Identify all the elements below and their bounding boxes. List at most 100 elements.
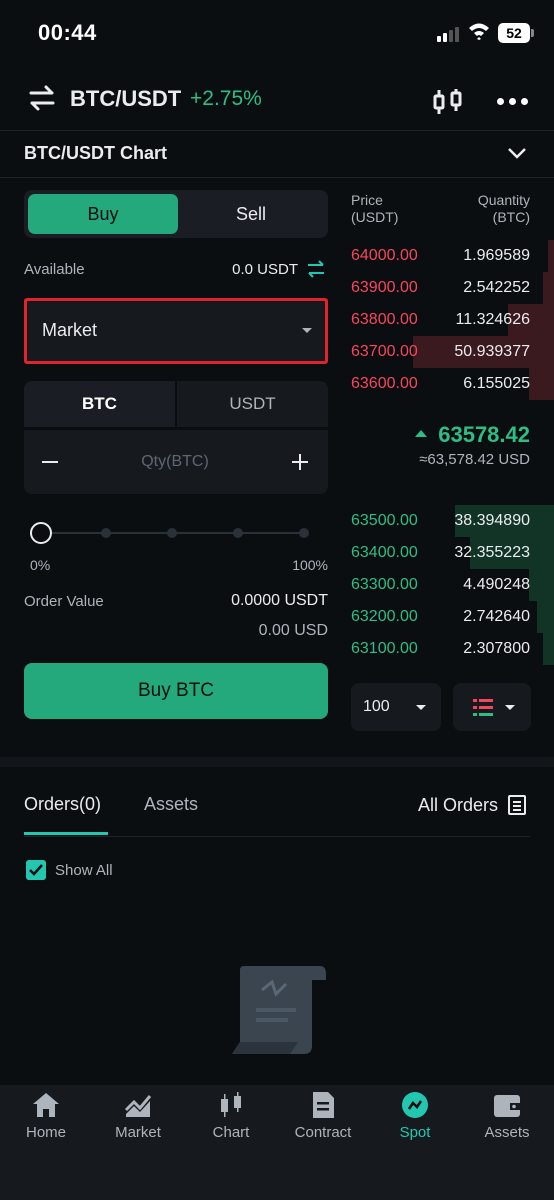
nav-label: Contract — [294, 1124, 352, 1141]
slider-max-label: 100% — [292, 557, 328, 573]
bid-price: 63100.00 — [351, 640, 418, 657]
ask-price: 63800.00 — [351, 311, 418, 328]
divider — [0, 130, 554, 131]
last-price: 63578.42 — [438, 422, 530, 447]
bid-quantity: 2.742640 — [463, 608, 530, 625]
divider — [24, 836, 530, 837]
quantity-placeholder: Qty(BTC) — [141, 453, 209, 470]
ask-quantity: 6.155025 — [463, 375, 530, 392]
nav-label: Assets — [484, 1124, 530, 1141]
caret-down-icon — [416, 705, 426, 710]
ask-price: 64000.00 — [351, 247, 418, 264]
slider-step[interactable] — [233, 528, 243, 538]
wallet-icon — [494, 1095, 520, 1117]
show-all-label: Show All — [55, 862, 113, 879]
bid-row[interactable]: 63400.00 32.355223 — [343, 537, 554, 569]
buy-btc-button[interactable]: Buy BTC — [24, 663, 328, 719]
wifi-icon — [469, 23, 489, 40]
battery-indicator: 52 — [498, 23, 534, 43]
sell-tab[interactable]: Sell — [178, 194, 324, 234]
nav-home[interactable]: Home — [0, 1090, 92, 1150]
price-change: +2.75% — [190, 87, 262, 110]
caret-down-icon — [302, 328, 312, 333]
spot-icon — [402, 1092, 428, 1118]
slider-step[interactable] — [167, 528, 177, 538]
chart-toggle-title[interactable]: BTC/USDT Chart — [24, 143, 167, 164]
nav-spot[interactable]: Spot — [369, 1090, 461, 1150]
document-icon[interactable] — [508, 795, 526, 815]
nav-label: Market — [115, 1124, 161, 1141]
status-time: 00:44 — [38, 20, 97, 45]
bid-quantity: 2.307800 — [463, 640, 530, 657]
ask-quantity: 11.324626 — [455, 311, 530, 328]
bid-quantity: 38.394890 — [454, 512, 530, 529]
active-tab-indicator — [24, 832, 108, 835]
ask-price: 63700.00 — [351, 343, 418, 360]
transfer-icon[interactable] — [306, 260, 326, 278]
bid-row[interactable]: 63500.00 38.394890 — [343, 505, 554, 537]
ask-row[interactable]: 63800.00 11.324626 — [343, 304, 554, 336]
ask-row[interactable]: 64000.00 1.969589 — [343, 240, 554, 272]
chevron-down-icon[interactable] — [507, 146, 527, 160]
ask-quantity: 50.939377 — [454, 343, 530, 360]
bid-row[interactable]: 63100.00 2.307800 — [343, 633, 554, 665]
plus-icon-vertical[interactable] — [299, 454, 301, 470]
all-orders-link[interactable]: All Orders — [380, 795, 498, 816]
nav-contract[interactable]: Contract — [277, 1090, 369, 1150]
home-icon — [33, 1093, 59, 1117]
bid-price: 63500.00 — [351, 512, 418, 529]
bid-row[interactable]: 63300.00 4.490248 — [343, 569, 554, 601]
section-separator — [0, 757, 554, 767]
quantity-header: Quantity (BTC) — [477, 192, 530, 225]
ask-quantity: 1.969589 — [463, 247, 530, 264]
ask-row[interactable]: 63700.00 50.939377 — [343, 336, 554, 368]
tab-orders[interactable]: Orders(0) — [24, 794, 101, 815]
nav-chart[interactable]: Chart — [185, 1090, 277, 1150]
trading-pair[interactable]: BTC/USDT — [70, 86, 181, 112]
contract-icon — [313, 1092, 334, 1118]
caret-down-icon — [505, 705, 515, 710]
bid-quantity: 4.490248 — [463, 576, 530, 593]
bid-row[interactable]: 63200.00 2.742640 — [343, 601, 554, 633]
price-header: Price (USDT) — [351, 192, 399, 225]
show-all-checkbox[interactable] — [26, 860, 46, 880]
bid-price: 63200.00 — [351, 608, 418, 625]
nav-assets[interactable]: Assets — [461, 1090, 553, 1150]
more-icon[interactable] — [497, 98, 529, 106]
book-view-icon — [473, 699, 493, 716]
nav-market[interactable]: Market — [92, 1090, 184, 1150]
ask-row[interactable]: 63600.00 6.155025 — [343, 368, 554, 400]
slider-min-label: 0% — [30, 557, 51, 573]
buy-tab[interactable]: Buy — [28, 194, 178, 234]
slider-knob[interactable] — [30, 522, 52, 544]
unit-usdt-tab[interactable]: USDT — [177, 381, 328, 427]
candlestick-icon[interactable] — [432, 88, 464, 116]
nav-label: Chart — [212, 1124, 250, 1141]
nav-label: Home — [25, 1124, 66, 1141]
minus-icon[interactable] — [42, 461, 58, 463]
chart-icon — [221, 1092, 241, 1117]
last-price-usd: ≈63,578.42 USD — [419, 451, 530, 468]
ask-row[interactable]: 63900.00 2.542252 — [343, 272, 554, 304]
available-value: 0.0 USDT — [232, 261, 298, 278]
depth-precision-value: 100 — [363, 698, 390, 715]
order-value: 0.0000 USDT — [231, 592, 328, 609]
signal-icon — [437, 26, 461, 42]
nav-label: Spot — [399, 1124, 431, 1141]
slider-step[interactable] — [299, 528, 309, 538]
bid-price: 63300.00 — [351, 576, 418, 593]
order-value-label: Order Value — [24, 593, 104, 610]
slider-step[interactable] — [101, 528, 111, 538]
bid-quantity: 32.355223 — [454, 544, 530, 561]
ask-quantity: 2.542252 — [463, 279, 530, 296]
order-value-usd: 0.00 USD — [258, 622, 328, 639]
ask-price: 63600.00 — [351, 375, 418, 392]
order-type-value: Market — [42, 320, 98, 340]
ask-price: 63900.00 — [351, 279, 418, 296]
empty-state-icon — [232, 966, 326, 1054]
unit-btc-tab[interactable]: BTC — [24, 381, 175, 427]
tab-assets[interactable]: Assets — [144, 794, 198, 815]
market-icon — [124, 1095, 152, 1117]
bid-price: 63400.00 — [351, 544, 418, 561]
swap-pair-icon[interactable] — [28, 84, 56, 112]
